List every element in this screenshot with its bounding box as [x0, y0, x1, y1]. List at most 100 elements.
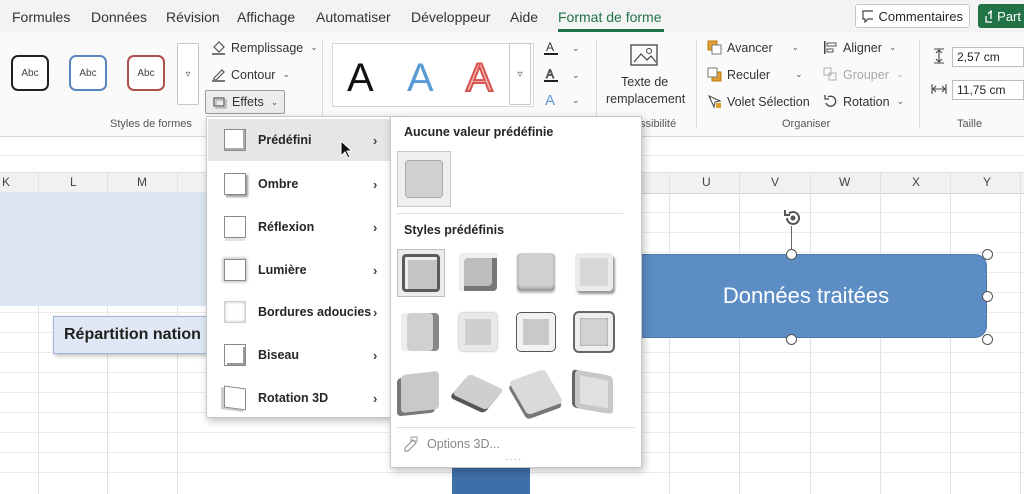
resize-handle-top-right[interactable] — [982, 249, 993, 260]
preset-style-6[interactable] — [455, 309, 501, 355]
shape-height-input[interactable]: 2,57 cm — [952, 47, 1024, 67]
rotate-label: Rotation — [843, 94, 890, 109]
column-header-y[interactable]: Y — [983, 175, 991, 189]
preset-style-3[interactable] — [513, 249, 559, 295]
preset-style-9[interactable] — [397, 369, 443, 415]
share-button[interactable]: Part — [978, 4, 1024, 28]
bring-forward-button[interactable]: Avancer ⌄ — [707, 40, 799, 55]
bring-forward-icon — [707, 40, 722, 55]
tab-developpeur[interactable]: Développeur — [411, 9, 490, 25]
no-preset-heading: Aucune valeur prédéfinie — [404, 125, 554, 139]
preset-style-4[interactable] — [571, 249, 617, 295]
text-effects-button[interactable]: A ⌄ — [543, 92, 580, 108]
preset-style-7[interactable] — [513, 309, 559, 355]
column-header-k[interactable]: K — [2, 175, 10, 189]
preset-style-12[interactable] — [571, 369, 617, 415]
menu-item-lumiere[interactable]: Lumière › — [208, 249, 390, 291]
preset-swatch — [401, 371, 439, 413]
alt-text-button[interactable]: Texte de remplacement — [598, 42, 693, 112]
menu-item-label: Prédéfini — [258, 133, 312, 147]
soft-edges-effect-icon — [224, 301, 246, 323]
outline-button[interactable]: Contour ⌄ — [211, 67, 290, 82]
send-backward-button[interactable]: Reculer ⌄ — [707, 67, 803, 82]
send-backward-label: Reculer — [727, 67, 771, 82]
wordart-style-blue[interactable]: A — [407, 56, 434, 101]
chevron-down-icon: ⌄ — [888, 42, 897, 52]
presets-heading: Styles prédéfinis — [404, 223, 505, 237]
donnees-traitees-shape[interactable]: Données traitées — [625, 254, 987, 338]
group-button[interactable]: Grouper ⌄ — [823, 67, 903, 82]
shape-width-icon — [931, 84, 947, 94]
preset-style-1[interactable] — [397, 249, 445, 297]
chevron-down-icon: ⌄ — [795, 69, 803, 79]
chevron-down-icon: ⌄ — [896, 96, 905, 106]
resize-handle-bottom[interactable] — [786, 334, 797, 345]
menu-bar: Formules Données Révision Affichage Auto… — [0, 0, 1024, 32]
bring-forward-label: Avancer — [727, 40, 773, 55]
preset-style-2[interactable] — [455, 249, 501, 295]
wordart-more-button[interactable]: ▿ — [509, 43, 531, 105]
fill-label: Remplissage — [231, 40, 304, 55]
tab-revision[interactable]: Révision — [166, 9, 220, 25]
menu-item-predefini[interactable]: Prédéfini › — [208, 119, 390, 161]
menu-item-label: Biseau — [258, 348, 299, 362]
menu-item-biseau[interactable]: Biseau › — [208, 334, 390, 376]
preset-style-10[interactable] — [452, 369, 504, 415]
column-header-m[interactable]: M — [137, 175, 147, 189]
preset-style-8[interactable] — [571, 309, 617, 355]
text-outline-button[interactable]: A ⌄ — [543, 67, 580, 83]
shape-style-black[interactable]: Abc — [11, 55, 49, 91]
column-header-v[interactable]: V — [771, 175, 779, 189]
column-header-u[interactable]: U — [702, 175, 711, 189]
tab-aide[interactable]: Aide — [510, 9, 538, 25]
resize-handle-bottom-right[interactable] — [982, 334, 993, 345]
tab-formules[interactable]: Formules — [12, 9, 70, 25]
options-3d-button[interactable]: Options 3D... — [403, 436, 500, 452]
preset-swatch — [401, 313, 439, 351]
rotation-handle-icon[interactable] — [781, 206, 805, 230]
glow-effect-icon — [224, 259, 246, 281]
menu-item-reflexion[interactable]: Réflexion › — [208, 206, 390, 248]
shape-styles-more-button[interactable]: ▿ — [177, 43, 199, 105]
column-header-x[interactable]: X — [912, 175, 920, 189]
column-header-w[interactable]: W — [839, 175, 850, 189]
selection-pane-button[interactable]: Volet Sélection — [707, 94, 810, 109]
text-fill-button[interactable]: A ⌄ — [543, 40, 580, 56]
preset-style-11[interactable] — [508, 368, 564, 416]
send-backward-icon — [707, 67, 722, 82]
fill-button[interactable]: Remplissage ⌄ — [211, 40, 318, 55]
resize-handle-right[interactable] — [982, 291, 993, 302]
partial-blue-shape[interactable] — [452, 466, 530, 494]
effects-icon — [213, 96, 227, 108]
resize-grip[interactable]: ···· — [505, 454, 522, 465]
shape-style-red[interactable]: Abc — [127, 55, 165, 91]
svg-text:A: A — [546, 40, 554, 54]
tab-donnees[interactable]: Données — [91, 9, 147, 25]
chevron-down-icon: ⌄ — [282, 69, 291, 79]
column-header-l[interactable]: L — [70, 175, 77, 189]
repartition-shape[interactable]: Répartition nation — [53, 316, 213, 354]
tab-automatiser[interactable]: Automatiser — [316, 9, 391, 25]
preset-style-5[interactable] — [397, 309, 443, 355]
preset-swatch — [459, 253, 497, 291]
tab-affichage[interactable]: Affichage — [237, 9, 295, 25]
shape-width-input[interactable]: 11,75 cm — [952, 80, 1024, 100]
wordart-style-black[interactable]: A — [347, 56, 374, 101]
menu-item-rotation-3d[interactable]: Rotation 3D › — [208, 377, 390, 419]
menu-item-ombre[interactable]: Ombre › — [208, 163, 390, 205]
resize-handle-top[interactable] — [786, 249, 797, 260]
shape-styles-group-label: Styles de formes — [110, 118, 192, 130]
shadow-effect-icon — [224, 173, 246, 195]
wordart-style-red[interactable]: A — [465, 55, 494, 101]
effects-button[interactable]: Effets ⌄ — [205, 90, 286, 114]
comments-button[interactable]: Commentaires — [855, 4, 970, 28]
align-button[interactable]: Aligner ⌄ — [823, 40, 896, 55]
shape-style-blue[interactable]: Abc — [69, 55, 107, 91]
tab-format-de-forme[interactable]: Format de forme — [558, 9, 661, 25]
blue-background-shape[interactable] — [0, 192, 206, 306]
menu-item-bordures-adoucies[interactable]: Bordures adoucies › — [208, 291, 390, 333]
preset-none[interactable] — [397, 151, 451, 207]
align-icon — [824, 41, 837, 54]
chevron-down-icon: ⌄ — [572, 94, 580, 105]
rotate-button[interactable]: Rotation ⌄ — [823, 94, 904, 109]
